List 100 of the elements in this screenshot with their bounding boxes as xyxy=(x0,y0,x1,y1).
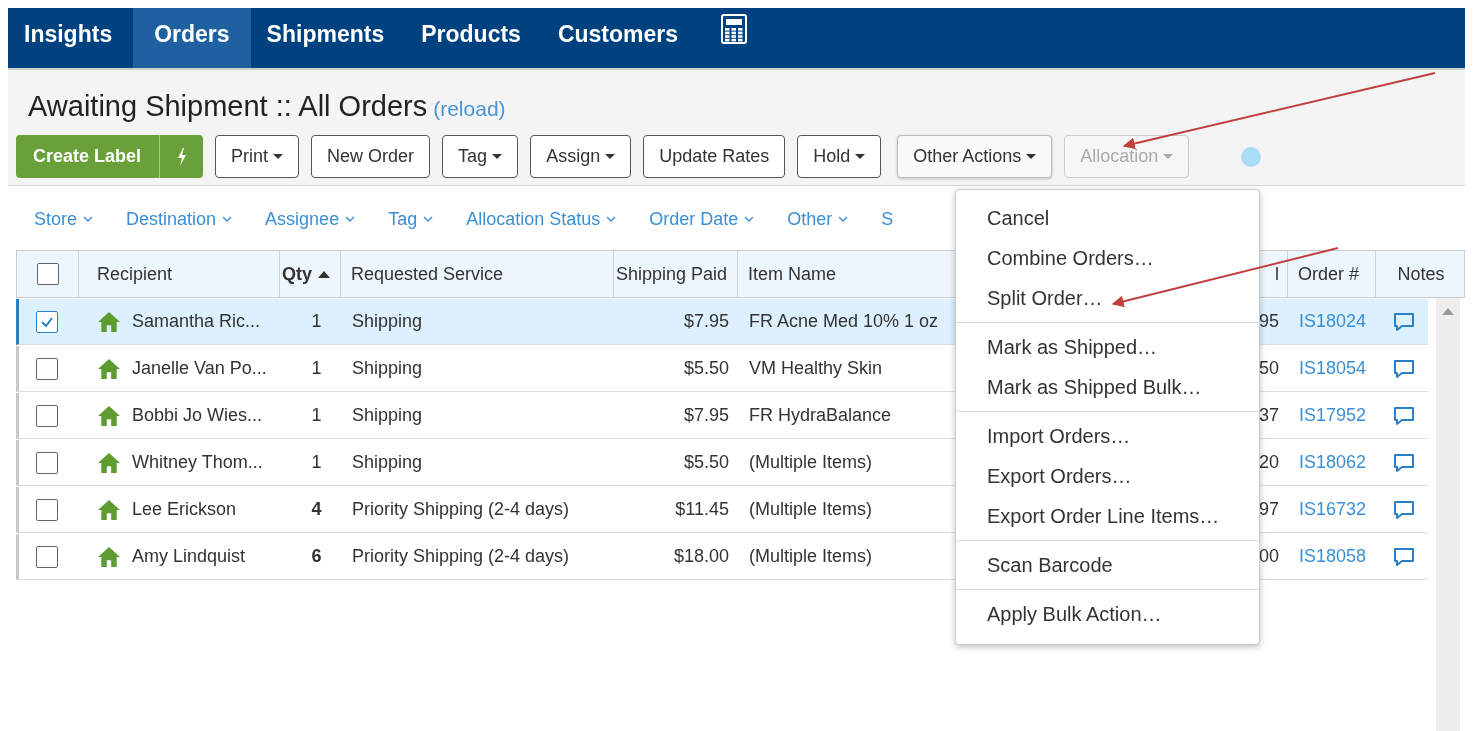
toolbar-button[interactable]: Assign xyxy=(530,135,632,178)
qty-cell-text: 1 xyxy=(310,404,323,427)
recipient-cell: Whitney Thom... xyxy=(132,452,263,473)
table-cell-text: Priority Shipping (2-4 days) xyxy=(351,545,571,568)
notes-icon[interactable] xyxy=(1393,358,1415,379)
row-checkbox[interactable] xyxy=(35,404,58,427)
caret-icon xyxy=(273,154,284,159)
nav-tab[interactable]: Orders xyxy=(133,8,251,68)
qty-cell-text: 4 xyxy=(310,498,323,521)
caret-icon xyxy=(492,154,503,159)
chevron-down-icon xyxy=(83,216,94,222)
price-cell-text: $11.45 xyxy=(674,498,730,521)
table-cell-text: Priority Shipping (2-4 days) xyxy=(351,498,571,521)
filter-dropdown[interactable]: Destination xyxy=(126,208,233,230)
table-cell: (Multiple Items) xyxy=(749,452,873,473)
scrollbar[interactable] xyxy=(1436,298,1460,731)
toolbar-button[interactable]: Update Rates xyxy=(643,135,786,178)
column-header[interactable]: Shipping Paid xyxy=(613,251,737,297)
table-cell-text: 37 xyxy=(1257,404,1280,427)
caret-icon xyxy=(855,154,866,159)
price-cell-text: $5.50 xyxy=(682,451,730,474)
qty-cell-text: 1 xyxy=(310,310,323,333)
notes-icon[interactable] xyxy=(1393,452,1415,473)
nav-tab[interactable]: Customers xyxy=(541,8,700,68)
menu-item[interactable]: Cancel xyxy=(956,198,1259,238)
table-cell-text: 20 xyxy=(1257,451,1280,474)
chevron-down-icon xyxy=(606,216,617,222)
qty-cell-text: 1 xyxy=(310,451,323,474)
house-icon xyxy=(98,311,120,332)
row-checkbox[interactable] xyxy=(35,545,58,568)
chevron-down-icon xyxy=(423,216,434,222)
toolbar-button[interactable]: Print xyxy=(215,135,300,178)
recipient-cell: Amy Lindquist xyxy=(132,546,246,567)
row-checkbox[interactable] xyxy=(35,310,58,333)
table-cell-text: 95 xyxy=(1257,310,1280,333)
toolbar-button[interactable]: New Order xyxy=(311,135,431,178)
toolbar-button[interactable]: Hold xyxy=(797,135,882,178)
table-cell: (Multiple Items) xyxy=(749,499,873,520)
filter-dropdown[interactable]: Store xyxy=(34,208,94,230)
table-cell: VM Healthy Skin xyxy=(749,358,883,379)
house-icon xyxy=(98,358,120,379)
filter-dropdown[interactable]: S xyxy=(881,208,894,230)
caret-icon xyxy=(605,154,616,159)
column-header[interactable]: Requested Service xyxy=(340,251,613,297)
chevron-down-icon xyxy=(222,216,233,222)
caret-icon xyxy=(1163,154,1174,159)
page-title: Awaiting Shipment :: All Orders xyxy=(28,90,428,123)
qty-cell-text: 1 xyxy=(310,357,323,380)
price-cell-text: $5.50 xyxy=(682,357,730,380)
column-header[interactable]: Order # xyxy=(1287,251,1375,297)
table-cell-text: Shipping xyxy=(351,404,424,427)
row-checkbox[interactable] xyxy=(35,498,58,521)
chevron-down-icon xyxy=(345,216,356,222)
table-cell-text: 50 xyxy=(1257,357,1280,380)
chevron-down-icon xyxy=(744,216,755,222)
recipient-cell: Janelle Van Po... xyxy=(132,358,267,379)
notes-icon[interactable] xyxy=(1393,546,1415,567)
recipient-cell: Bobbi Jo Wies... xyxy=(132,405,263,426)
filter-dropdown[interactable]: Assignee xyxy=(265,208,356,230)
nav-tab[interactable]: Shipments xyxy=(250,8,406,68)
column-header[interactable]: Qty xyxy=(279,251,340,297)
scroll-up-icon[interactable] xyxy=(1442,308,1454,315)
table-cell: FR HydraBalance xyxy=(749,405,892,426)
menu-item[interactable]: Combine Orders… xyxy=(956,238,1259,278)
table-cell-text: Shipping xyxy=(351,357,424,380)
toolbar-button[interactable]: Other Actions xyxy=(897,135,1053,178)
notes-icon[interactable] xyxy=(1393,405,1415,426)
nav-tab[interactable]: Insights xyxy=(8,8,134,68)
house-icon xyxy=(98,499,120,520)
toolbar-button[interactable]: Tag xyxy=(442,135,519,178)
house-icon xyxy=(98,546,120,567)
column-header[interactable]: Recipient xyxy=(78,251,279,297)
order-link[interactable]: IS18062 xyxy=(1299,452,1367,473)
price-cell-text: $7.95 xyxy=(682,310,730,333)
column-header[interactable]: Notes xyxy=(1375,251,1466,297)
calculator-icon[interactable] xyxy=(721,14,748,44)
row-checkbox[interactable] xyxy=(35,357,58,380)
table-cell-text: Shipping xyxy=(351,451,424,474)
caret-icon xyxy=(1026,154,1037,159)
notes-icon[interactable] xyxy=(1393,311,1415,332)
notes-icon[interactable] xyxy=(1393,499,1415,520)
recipient-cell: Lee Erickson xyxy=(132,499,237,520)
recipient-cell: Samantha Ric... xyxy=(132,311,261,332)
table-cell-text: Shipping xyxy=(351,310,424,333)
select-all-checkbox[interactable] xyxy=(36,263,59,285)
menu-item[interactable]: Apply Bulk Action… xyxy=(956,594,1259,634)
lightning-icon xyxy=(176,147,187,166)
table-cell-text: 00 xyxy=(1257,545,1280,568)
price-cell-text: $18.00 xyxy=(672,545,730,568)
chevron-down-icon xyxy=(838,216,849,222)
row-checkbox[interactable] xyxy=(35,451,58,474)
table-cell: (Multiple Items) xyxy=(749,546,873,567)
menu-item[interactable]: Export Order Line Items… xyxy=(956,496,1259,536)
table-cell: FR Acne Med 10% 1 oz xyxy=(749,311,939,332)
house-icon xyxy=(98,452,120,473)
status-dot xyxy=(1241,146,1262,167)
qty-cell-text: 6 xyxy=(310,545,323,568)
house-icon xyxy=(98,405,120,426)
nav-tab[interactable]: Products xyxy=(405,8,542,68)
price-cell-text: $7.95 xyxy=(682,404,730,427)
